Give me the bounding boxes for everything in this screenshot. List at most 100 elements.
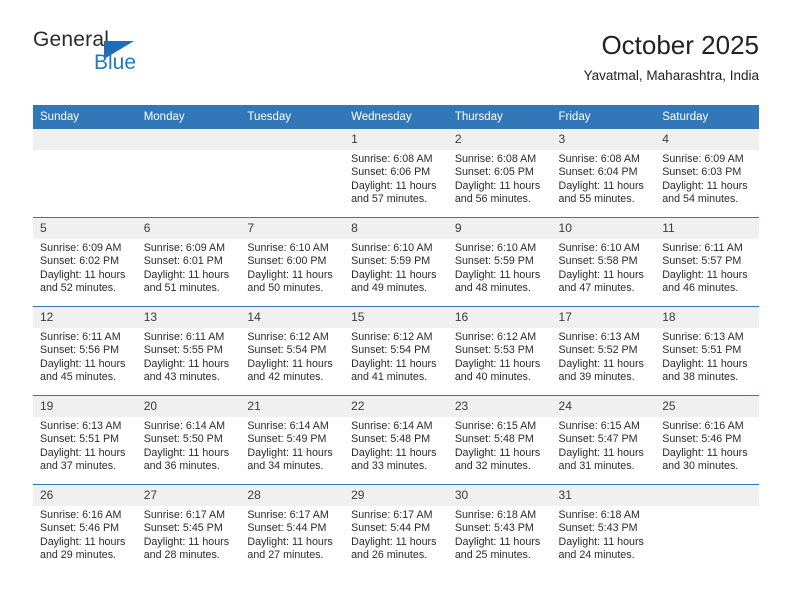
general-blue-logo[interactable]: General Blue — [33, 28, 193, 86]
daylight-duration-line2: and 43 minutes. — [143, 371, 220, 384]
calendar-day-cell[interactable]: 31 Sunrise: 6:18 AM Sunset: 5:43 PM Dayligh… — [551, 484, 656, 573]
calendar-day-cell[interactable] — [655, 484, 759, 573]
sunset-time: Sunset: 5:51 PM — [662, 344, 742, 357]
day-details: Sunrise: 6:13 AM Sunset: 5:51 PM Daylight:… — [655, 328, 759, 385]
daylight-duration-line2: and 30 minutes. — [662, 460, 739, 473]
sunrise-time: Sunrise: 6:11 AM — [143, 331, 225, 343]
calendar-day-cell[interactable]: 9 Sunrise: 6:10 AM Sunset: 5:59 PM Daylight… — [447, 217, 552, 307]
day-details: Sunrise: 6:12 AM Sunset: 5:53 PM Daylight:… — [448, 328, 552, 385]
calendar-day-cell[interactable]: 7 Sunrise: 6:10 AM Sunset: 6:00 PM Daylight… — [240, 217, 345, 307]
day-details: Sunrise: 6:14 AM Sunset: 5:49 PM Daylight:… — [240, 417, 344, 474]
calendar-day-cell[interactable]: 19 Sunrise: 6:13 AM Sunset: 5:51 PM Dayligh… — [33, 395, 137, 485]
day-number — [136, 129, 241, 150]
calendar-day-cell[interactable] — [136, 129, 241, 218]
day-number: 20 — [136, 396, 241, 417]
sunset-time: Sunset: 6:06 PM — [351, 166, 431, 179]
calendar-day-cell[interactable]: 26 Sunrise: 6:16 AM Sunset: 5:46 PM Dayligh… — [33, 484, 137, 573]
day-cell-content: 8 Sunrise: 6:10 AM Sunset: 5:59 PM Daylight… — [344, 218, 448, 306]
calendar-day-cell[interactable]: 23 Sunrise: 6:15 AM Sunset: 5:48 PM Dayligh… — [447, 395, 552, 485]
calendar-day-cell[interactable]: 25 Sunrise: 6:16 AM Sunset: 5:46 PM Dayligh… — [655, 395, 759, 485]
day-cell-content: 26 Sunrise: 6:16 AM Sunset: 5:46 PM Dayligh… — [33, 485, 137, 573]
calendar-week-row: 5 Sunrise: 6:09 AM Sunset: 6:02 PM Daylight… — [33, 217, 759, 307]
day-details: Sunrise: 6:18 AM Sunset: 5:43 PM Daylight:… — [448, 506, 552, 563]
day-details: Sunrise: 6:08 AM Sunset: 6:06 PM Daylight:… — [344, 150, 448, 207]
calendar-day-cell[interactable]: 6 Sunrise: 6:09 AM Sunset: 6:01 PM Daylight… — [136, 217, 241, 307]
sunset-time: Sunset: 5:43 PM — [558, 522, 638, 535]
calendar-day-cell[interactable] — [33, 129, 137, 218]
daylight-duration-line2: and 52 minutes. — [40, 282, 117, 295]
calendar-day-cell[interactable]: 5 Sunrise: 6:09 AM Sunset: 6:02 PM Daylight… — [33, 217, 137, 307]
day-number: 12 — [33, 307, 137, 328]
day-cell-content: 6 Sunrise: 6:09 AM Sunset: 6:01 PM Daylight… — [136, 218, 241, 306]
calendar-day-cell[interactable]: 1 Sunrise: 6:08 AM Sunset: 6:06 PM Daylight… — [344, 129, 448, 218]
sunrise-time: Sunrise: 6:10 AM — [351, 242, 433, 254]
calendar-day-cell[interactable]: 11 Sunrise: 6:11 AM Sunset: 5:57 PM Dayligh… — [655, 217, 759, 307]
daylight-duration-line1: Daylight: 11 hours — [558, 357, 644, 370]
day-details: Sunrise: 6:08 AM Sunset: 6:04 PM Daylight:… — [552, 150, 656, 207]
day-cell-content: 13 Sunrise: 6:11 AM Sunset: 5:55 PM Dayligh… — [136, 307, 241, 395]
calendar-day-cell[interactable]: 28 Sunrise: 6:17 AM Sunset: 5:44 PM Dayligh… — [240, 484, 345, 573]
day-details: Sunrise: 6:16 AM Sunset: 5:46 PM Daylight:… — [655, 417, 759, 474]
day-details: Sunrise: 6:10 AM Sunset: 5:59 PM Daylight:… — [344, 239, 448, 296]
calendar-week-row: 12 Sunrise: 6:11 AM Sunset: 5:56 PM Dayligh… — [33, 306, 759, 396]
sunrise-time: Sunrise: 6:17 AM — [247, 509, 329, 521]
sunset-time: Sunset: 5:51 PM — [40, 433, 120, 446]
calendar-day-cell[interactable]: 20 Sunrise: 6:14 AM Sunset: 5:50 PM Dayligh… — [136, 395, 241, 485]
calendar-day-cell[interactable]: 12 Sunrise: 6:11 AM Sunset: 5:56 PM Dayligh… — [33, 306, 137, 396]
day-details: Sunrise: 6:12 AM Sunset: 5:54 PM Daylight:… — [344, 328, 448, 385]
daylight-duration-line1: Daylight: 11 hours — [558, 446, 644, 459]
daylight-duration-line1: Daylight: 11 hours — [40, 357, 126, 370]
calendar-day-cell[interactable]: 13 Sunrise: 6:11 AM Sunset: 5:55 PM Dayligh… — [136, 306, 241, 396]
day-cell-content: 14 Sunrise: 6:12 AM Sunset: 5:54 PM Dayligh… — [240, 307, 345, 395]
daylight-duration-line2: and 26 minutes. — [351, 549, 428, 562]
day-cell-content: 29 Sunrise: 6:17 AM Sunset: 5:44 PM Dayligh… — [344, 485, 448, 573]
sunrise-time: Sunrise: 6:14 AM — [247, 420, 329, 432]
calendar-day-cell[interactable] — [240, 129, 345, 218]
sunrise-time: Sunrise: 6:09 AM — [143, 242, 226, 254]
sunset-time: Sunset: 5:45 PM — [143, 522, 223, 535]
sunset-time: Sunset: 5:44 PM — [351, 522, 431, 535]
day-number: 1 — [344, 129, 448, 150]
day-cell-content: 9 Sunrise: 6:10 AM Sunset: 5:59 PM Daylight… — [447, 218, 552, 306]
calendar-day-cell[interactable]: 27 Sunrise: 6:17 AM Sunset: 5:45 PM Dayligh… — [136, 484, 241, 573]
sunrise-time: Sunrise: 6:17 AM — [351, 509, 433, 521]
sunset-time: Sunset: 5:46 PM — [662, 433, 742, 446]
daylight-duration-line2: and 45 minutes. — [40, 371, 117, 384]
calendar-day-cell[interactable]: 30 Sunrise: 6:18 AM Sunset: 5:43 PM Dayligh… — [447, 484, 552, 573]
daylight-duration-line2: and 38 minutes. — [662, 371, 739, 384]
day-number: 3 — [551, 129, 656, 150]
day-number: 13 — [136, 307, 241, 328]
day-cell-content — [33, 129, 137, 217]
sunrise-time: Sunrise: 6:08 AM — [351, 153, 433, 165]
day-cell-content: 27 Sunrise: 6:17 AM Sunset: 5:45 PM Dayligh… — [136, 485, 241, 573]
sunset-time: Sunset: 5:48 PM — [351, 433, 431, 446]
sunrise-time: Sunrise: 6:16 AM — [662, 420, 744, 432]
day-number: 17 — [551, 307, 656, 328]
calendar-day-cell[interactable]: 18 Sunrise: 6:13 AM Sunset: 5:51 PM Dayligh… — [655, 306, 759, 396]
day-cell-content: 25 Sunrise: 6:16 AM Sunset: 5:46 PM Dayligh… — [655, 396, 759, 484]
calendar-day-cell[interactable]: 29 Sunrise: 6:17 AM Sunset: 5:44 PM Dayligh… — [344, 484, 448, 573]
daylight-duration-line1: Daylight: 11 hours — [351, 179, 437, 192]
day-number: 9 — [447, 218, 552, 239]
daylight-duration-line1: Daylight: 11 hours — [247, 268, 333, 281]
calendar-day-cell[interactable]: 14 Sunrise: 6:12 AM Sunset: 5:54 PM Dayligh… — [240, 306, 345, 396]
daylight-duration-line1: Daylight: 11 hours — [662, 268, 748, 281]
calendar-day-cell[interactable]: 4 Sunrise: 6:09 AM Sunset: 6:03 PM Daylight… — [655, 129, 759, 218]
daylight-duration-line2: and 28 minutes. — [143, 549, 220, 562]
sunrise-time: Sunrise: 6:10 AM — [454, 242, 537, 254]
calendar-day-cell[interactable]: 16 Sunrise: 6:12 AM Sunset: 5:53 PM Dayligh… — [447, 306, 552, 396]
sunrise-time: Sunrise: 6:08 AM — [558, 153, 640, 165]
calendar-day-cell[interactable]: 2 Sunrise: 6:08 AM Sunset: 6:05 PM Daylight… — [447, 129, 552, 218]
calendar-day-cell[interactable]: 17 Sunrise: 6:13 AM Sunset: 5:52 PM Dayligh… — [551, 306, 656, 396]
calendar-day-cell[interactable]: 22 Sunrise: 6:14 AM Sunset: 5:48 PM Dayligh… — [344, 395, 448, 485]
weekday-header-saturday: Saturday — [655, 105, 759, 129]
sunrise-sunset-calendar: Sunday Monday Tuesday Wednesday Thursday… — [33, 105, 759, 573]
calendar-day-cell[interactable]: 24 Sunrise: 6:15 AM Sunset: 5:47 PM Dayligh… — [551, 395, 656, 485]
calendar-day-cell[interactable]: 10 Sunrise: 6:10 AM Sunset: 5:58 PM Dayligh… — [551, 217, 656, 307]
daylight-duration-line1: Daylight: 11 hours — [247, 535, 333, 548]
calendar-day-cell[interactable]: 21 Sunrise: 6:14 AM Sunset: 5:49 PM Dayligh… — [240, 395, 345, 485]
calendar-week-row: 19 Sunrise: 6:13 AM Sunset: 5:51 PM Dayligh… — [33, 395, 759, 485]
calendar-day-cell[interactable]: 3 Sunrise: 6:08 AM Sunset: 6:04 PM Daylight… — [551, 129, 656, 218]
calendar-day-cell[interactable]: 8 Sunrise: 6:10 AM Sunset: 5:59 PM Daylight… — [344, 217, 448, 307]
calendar-day-cell[interactable]: 15 Sunrise: 6:12 AM Sunset: 5:54 PM Dayligh… — [344, 306, 448, 396]
